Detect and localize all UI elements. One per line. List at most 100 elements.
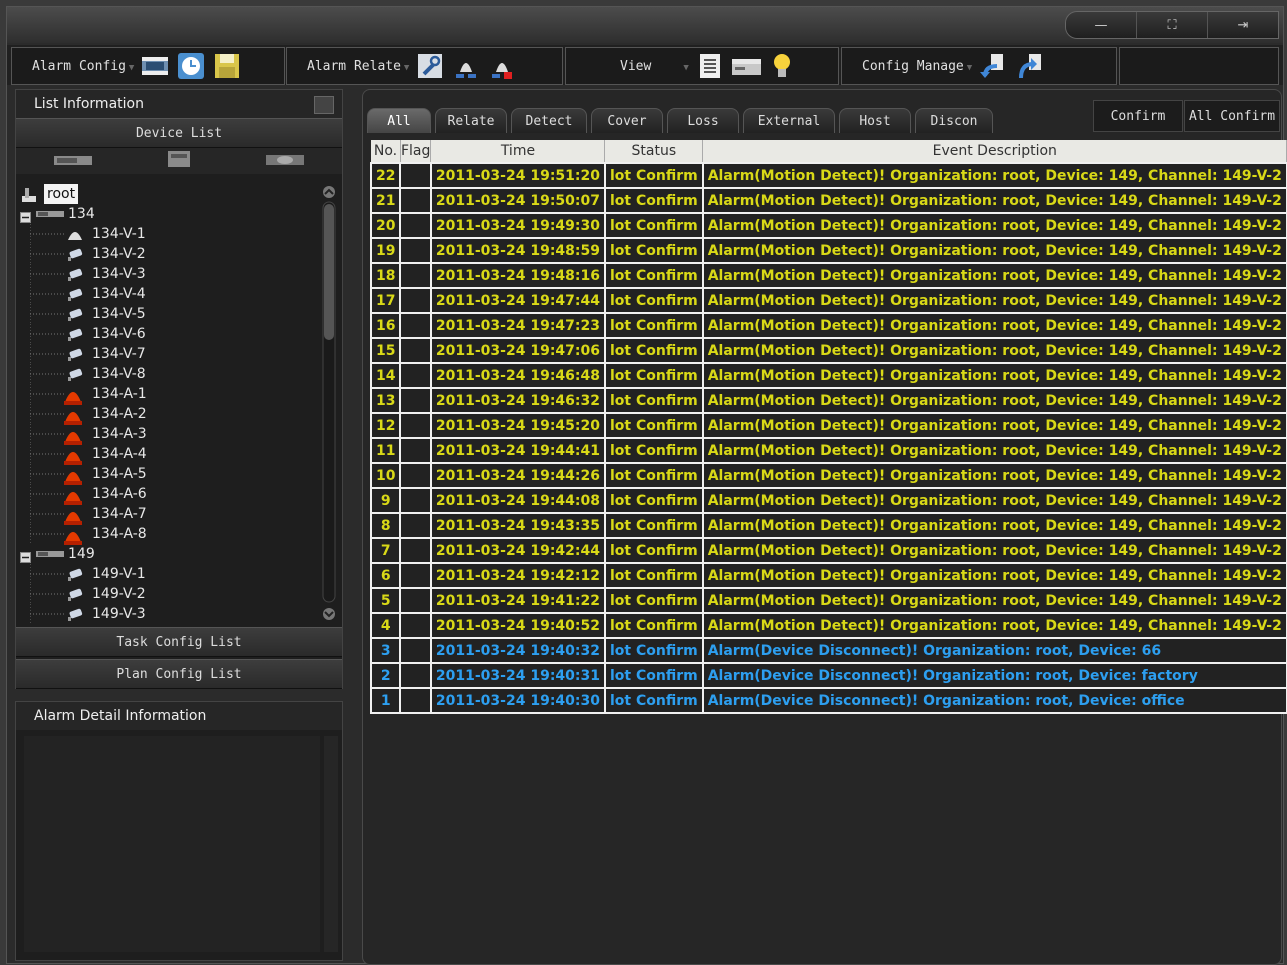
plan-config-list-header[interactable]: Plan Config List (16, 659, 342, 689)
film-icon[interactable] (140, 51, 170, 81)
tab-cover[interactable]: Cover (591, 108, 663, 133)
tree-item[interactable]: 134-V-2 (20, 244, 320, 264)
tree-item[interactable]: root (20, 184, 320, 204)
cell-event-description: Alarm(Motion Detect)! Organization: root… (701, 512, 1287, 539)
tab-discon[interactable]: Discon (915, 108, 993, 133)
export-config-icon[interactable] (1014, 51, 1044, 81)
calculator-icon[interactable] (167, 150, 191, 172)
save-icon[interactable] (212, 51, 242, 81)
table-row[interactable]: 19 2011-03-24 19:48:59 lot Confirm Alarm(Mo… (369, 237, 1287, 264)
cell-event-description: Alarm(Motion Detect)! Organization: root… (701, 237, 1287, 264)
tree-item[interactable]: 134-A-7 (20, 504, 320, 525)
tab-relate[interactable]: Relate (435, 108, 507, 133)
tree-item[interactable]: 134-V-8 (20, 364, 320, 384)
alarm-config-menu[interactable]: Alarm Config ▼ (12, 59, 134, 74)
table-row[interactable]: 9 2011-03-24 19:44:08 lot Confirm Alarm(Mot… (369, 487, 1287, 514)
table-row[interactable]: 4 2011-03-24 19:40:52 lot Confirm Alarm(Mot… (369, 612, 1287, 639)
table-row[interactable]: 8 2011-03-24 19:43:35 lot Confirm Alarm(Mot… (369, 512, 1287, 539)
tree-item[interactable]: 134-A-4 (20, 444, 320, 465)
view-menu[interactable]: View ▼ (566, 59, 689, 74)
tree-item[interactable]: 149-V-1 (20, 564, 320, 584)
wrench-icon[interactable] (415, 51, 445, 81)
device-add-icon[interactable] (53, 152, 93, 171)
tree-scrollbar[interactable] (322, 186, 336, 622)
tab-detect[interactable]: Detect (511, 108, 587, 133)
column-header-status[interactable]: Status (604, 140, 704, 163)
table-row[interactable]: 14 2011-03-24 19:46:48 lot Confirm Alarm(Mo… (369, 362, 1287, 389)
tree-item[interactable]: 149 (20, 544, 320, 564)
alarm-bell-off-icon[interactable] (487, 51, 517, 81)
table-row[interactable]: 20 2011-03-24 19:49:30 lot Confirm Alarm(Mo… (369, 212, 1287, 239)
tree-item[interactable]: 134-A-6 (20, 484, 320, 505)
tree-item[interactable]: 134-A-1 (20, 384, 320, 405)
column-header-no[interactable]: No. (371, 140, 401, 163)
config-manage-menu[interactable]: Config Manage ▼ (842, 59, 972, 74)
tab-loss[interactable]: Loss (667, 108, 739, 133)
cell-status: lot Confirm (603, 512, 704, 539)
minimize-button[interactable]: — (1066, 12, 1136, 38)
column-header-event-description[interactable]: Event Description (702, 140, 1287, 163)
tree-item[interactable]: 134-V-5 (20, 304, 320, 324)
table-row[interactable]: 6 2011-03-24 19:42:12 lot Confirm Alarm(Mot… (369, 562, 1287, 589)
table-row[interactable]: 13 2011-03-24 19:46:32 lot Confirm Alarm(Mo… (369, 387, 1287, 414)
tree-item-label: 134-V-5 (92, 306, 146, 322)
alarm-bell-icon[interactable] (451, 51, 481, 81)
tab-external[interactable]: External (743, 108, 835, 133)
cell-flag (399, 187, 432, 214)
tree-item[interactable]: 134 (20, 204, 320, 224)
fullscreen-button[interactable]: ⛶ (1136, 12, 1207, 38)
table-row[interactable]: 15 2011-03-24 19:47:06 lot Confirm Alarm(Mo… (369, 337, 1287, 364)
detail-scrollbar[interactable] (324, 736, 338, 952)
tree-item[interactable]: 134-V-4 (20, 284, 320, 304)
table-row[interactable]: 18 2011-03-24 19:48:16 lot Confirm Alarm(Mo… (369, 262, 1287, 289)
table-row[interactable]: 7 2011-03-24 19:42:44 lot Confirm Alarm(Mot… (369, 537, 1287, 564)
confirm-button[interactable]: Confirm (1093, 100, 1183, 132)
tree-item[interactable]: 134-A-3 (20, 424, 320, 445)
tree-item[interactable]: 134-V-7 (20, 344, 320, 364)
tree-item[interactable]: 134-V-6 (20, 324, 320, 344)
eye-icon[interactable] (265, 152, 305, 171)
plan-config-list-label: Plan Config List (116, 666, 242, 682)
tree-item[interactable]: 149-V-2 (20, 584, 320, 604)
import-config-icon[interactable] (978, 51, 1008, 81)
task-config-list-header[interactable]: Task Config List (16, 627, 342, 657)
tree-item[interactable]: 134-A-2 (20, 404, 320, 425)
table-row[interactable]: 3 2011-03-24 19:40:32 lot Confirm Alarm(Dev… (369, 637, 1287, 664)
light-bulb-icon[interactable] (767, 51, 797, 81)
table-row[interactable]: 5 2011-03-24 19:41:22 lot Confirm Alarm(Mot… (369, 587, 1287, 614)
task-config-list-label: Task Config List (116, 634, 242, 650)
table-row[interactable]: 22 2011-03-24 19:51:20 lot Confirm Alarm(Mo… (369, 162, 1287, 189)
exit-button[interactable]: ⇥ (1207, 12, 1278, 38)
device-list-header[interactable]: Device List (16, 118, 342, 148)
column-header-flag[interactable]: Flag (400, 140, 432, 163)
tree-item[interactable]: 134-V-1 (20, 224, 320, 244)
cell-flag (399, 362, 432, 389)
tree-item-label: 134-V-3 (92, 266, 146, 282)
device-list-toolbar (16, 148, 342, 174)
table-row[interactable]: 10 2011-03-24 19:44:26 lot Confirm Alarm(Mo… (369, 462, 1287, 489)
tree-item[interactable]: 134-V-3 (20, 264, 320, 284)
tab-all[interactable]: All (367, 108, 431, 133)
column-header-time[interactable]: Time (430, 140, 606, 163)
cell-event-description: Alarm(Motion Detect)! Organization: root… (701, 287, 1287, 314)
cell-flag (399, 662, 432, 689)
table-row[interactable]: 1 2011-03-24 19:40:30 lot Confirm Alarm(Dev… (369, 687, 1287, 714)
table-row[interactable]: 16 2011-03-24 19:47:23 lot Confirm Alarm(Mo… (369, 312, 1287, 339)
document-list-icon[interactable] (695, 51, 725, 81)
tree-item[interactable]: 149-V-3 (20, 604, 320, 624)
clock-icon[interactable] (176, 51, 206, 81)
table-row[interactable]: 11 2011-03-24 19:44:41 lot Confirm Alarm(Mo… (369, 437, 1287, 464)
table-row[interactable]: 12 2011-03-24 19:45:20 lot Confirm Alarm(Mo… (369, 412, 1287, 439)
alarm-relate-menu[interactable]: Alarm Relate ▼ (287, 59, 409, 74)
tab-host[interactable]: Host (839, 108, 911, 133)
panel-toggle-button[interactable] (314, 96, 334, 114)
table-row[interactable]: 21 2011-03-24 19:50:07 lot Confirm Alarm(Mo… (369, 187, 1287, 214)
all-confirm-button[interactable]: All Confirm (1184, 100, 1280, 132)
tree-item[interactable]: 134-A-8 (20, 524, 320, 545)
device-box-icon[interactable] (731, 51, 761, 81)
cell-time: 2011-03-24 19:43:35 (429, 512, 606, 539)
confirm-label: Confirm (1110, 108, 1166, 124)
table-row[interactable]: 2 2011-03-24 19:40:31 lot Confirm Alarm(Dev… (369, 662, 1287, 689)
table-row[interactable]: 17 2011-03-24 19:47:44 lot Confirm Alarm(Mo… (369, 287, 1287, 314)
tree-item[interactable]: 134-A-5 (20, 464, 320, 485)
